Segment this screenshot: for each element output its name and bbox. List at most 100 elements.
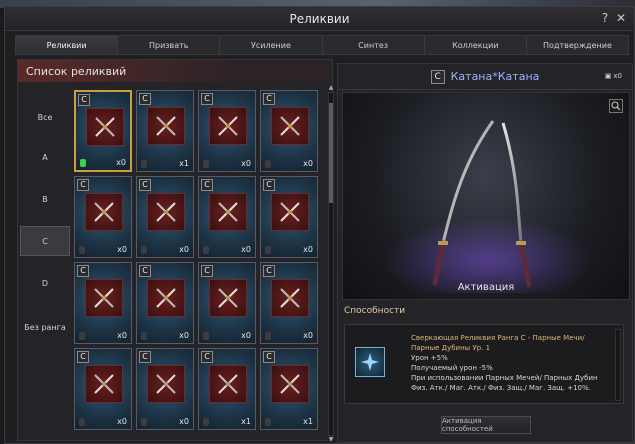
rank-badge: C <box>263 93 275 105</box>
relic-card[interactable]: C x0 <box>260 176 318 258</box>
relic-count: x0 <box>116 158 126 167</box>
rank-badge: C <box>201 351 213 363</box>
rank-badge: C <box>139 351 151 363</box>
relic-count: x0 <box>241 331 251 340</box>
relic-detail-panel: C Катана*Катана ▣ x0 Активация Способнос… <box>337 63 633 443</box>
rank-badge: C <box>77 351 89 363</box>
relic-grid: C x0 C x1 C x0 C x0 C x0 C x0 C x0 C x0 … <box>74 90 324 436</box>
rank-filter-a[interactable]: A <box>20 142 70 172</box>
relic-card[interactable]: C x0 <box>198 176 256 258</box>
rank-filter-unranked[interactable]: Без ранга <box>20 312 70 342</box>
tab-synthesis[interactable]: Синтез <box>323 36 425 54</box>
relic-name: Катана*Катана <box>450 70 540 83</box>
relic-preview: Активация <box>342 92 630 300</box>
relic-card[interactable]: C x0 <box>74 176 132 258</box>
ability-line-damage: Урон +5% <box>411 354 448 362</box>
rank-filter-d[interactable]: D <box>20 268 70 298</box>
titlebar: Реликвии ? ✕ <box>5 7 634 31</box>
halberd-icon <box>85 279 123 317</box>
gem-icon <box>265 418 271 426</box>
ability-scrollbar[interactable] <box>615 329 621 401</box>
relic-list-scrollbar[interactable]: ▲ ▼ <box>328 85 334 443</box>
gem-icon <box>265 332 271 340</box>
relic-count: x0 <box>117 331 127 340</box>
relic-count: x1 <box>179 159 189 168</box>
relic-count: x0 <box>117 245 127 254</box>
relic-count: x0 <box>117 417 127 426</box>
rank-badge: C <box>201 265 213 277</box>
scroll-up-arrow-icon[interactable]: ▲ <box>328 85 334 91</box>
ability-line-effect: При использовании Парных Мечей/ Парных Д… <box>411 374 598 392</box>
gem-icon <box>141 160 147 168</box>
crossed-swords-icon <box>85 193 123 231</box>
crossed-blades-icon <box>271 107 309 145</box>
sword-icon <box>147 279 185 317</box>
ability-icon <box>355 347 385 377</box>
bag-icon: ▣ <box>604 72 612 80</box>
relic-card[interactable]: C x0 <box>198 90 256 172</box>
gem-icon <box>203 160 209 168</box>
relic-count: x0 <box>303 331 313 340</box>
green-gem-icon <box>80 159 86 167</box>
rank-badge: C <box>263 351 275 363</box>
relic-list-panel: Список реликвий Все A B C D Без ранга C … <box>17 59 334 443</box>
window-title: Реликвии <box>289 11 350 26</box>
throwing-star-icon <box>85 365 123 403</box>
rank-badge: C <box>263 265 275 277</box>
relic-count: x0 <box>179 245 189 254</box>
relic-card[interactable]: C x0 <box>136 348 194 430</box>
relics-window: Реликвии ? ✕ Реликвии Призвать Усиление … <box>4 6 635 444</box>
relic-card[interactable]: C x0 <box>260 90 318 172</box>
rank-badge: C <box>78 94 90 106</box>
rank-filter-all[interactable]: Все <box>20 102 70 132</box>
bag-count: x0 <box>613 72 622 80</box>
spear-icon <box>271 279 309 317</box>
tab-collections[interactable]: Коллекции <box>425 36 527 54</box>
dagger-icon <box>209 279 247 317</box>
bow-icon <box>271 193 309 231</box>
tab-summon[interactable]: Призвать <box>118 36 221 54</box>
relic-card[interactable]: C x0 <box>74 348 132 430</box>
tab-bar: Реликвии Призвать Усиление Синтез Коллек… <box>15 35 629 55</box>
crystal-blade-icon <box>209 365 247 403</box>
help-button[interactable]: ? <box>598 11 612 25</box>
relic-card[interactable]: C x0 <box>74 90 132 172</box>
abilities-header: Способности <box>344 306 406 316</box>
relic-card[interactable]: C x0 <box>74 262 132 344</box>
gem-icon <box>79 246 85 254</box>
relic-detail-header: C Катана*Катана <box>338 64 632 90</box>
rank-badge: C <box>139 179 151 191</box>
relic-count: x0 <box>179 417 189 426</box>
relic-card[interactable]: C x1 <box>136 90 194 172</box>
katana-pair-image <box>432 120 532 288</box>
relic-card[interactable]: C x1 <box>198 348 256 430</box>
ability-box: Сверкающая Реликвия Ранга C - Парные Меч… <box>344 324 624 404</box>
relic-count: x0 <box>303 245 313 254</box>
activate-abilities-button[interactable]: Активация способностей <box>441 416 531 434</box>
gem-icon <box>203 332 209 340</box>
gem-icon <box>265 246 271 254</box>
double-axe-icon <box>147 365 185 403</box>
scroll-thumb[interactable] <box>329 103 333 203</box>
tab-confirm[interactable]: Подтверждение <box>527 36 628 54</box>
bag-counter: ▣ x0 <box>605 72 622 80</box>
close-button[interactable]: ✕ <box>614 11 628 25</box>
axe-icon <box>147 107 185 145</box>
mace-icon <box>271 365 309 403</box>
relic-card[interactable]: C x1 <box>260 348 318 430</box>
rank-badge: C <box>77 179 89 191</box>
tab-relics[interactable]: Реликвии <box>16 36 119 54</box>
relic-count: x1 <box>303 417 313 426</box>
tab-upgrade[interactable]: Усиление <box>220 36 323 54</box>
crossed-swords-icon <box>86 108 124 146</box>
rank-filter-b[interactable]: B <box>20 184 70 214</box>
sparkle-icon <box>361 353 379 371</box>
gem-icon <box>203 418 209 426</box>
rank-filter-c[interactable]: C <box>20 226 70 256</box>
relic-card[interactable]: C x0 <box>198 262 256 344</box>
relic-card[interactable]: C x0 <box>136 176 194 258</box>
scroll-down-arrow-icon[interactable]: ▼ <box>328 437 334 443</box>
relic-card[interactable]: C x0 <box>260 262 318 344</box>
rank-badge: C <box>139 265 151 277</box>
relic-card[interactable]: C x0 <box>136 262 194 344</box>
